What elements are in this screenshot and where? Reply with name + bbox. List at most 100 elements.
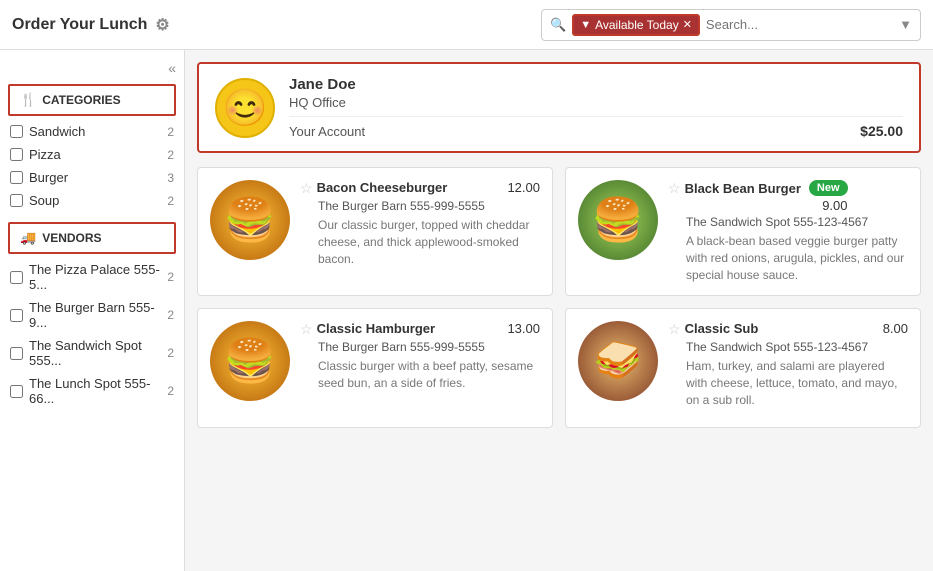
food-vendor: The Sandwich Spot 555-123-4567 [686,215,908,229]
sidebar-item-left: Burger [10,170,68,185]
vendors-label: VENDORS [42,231,101,245]
food-vendor: The Burger Barn 555-999-5555 [318,199,540,213]
category-checkbox[interactable] [10,125,23,138]
food-card: 🍔 ☆ Black Bean Burger New 9.00 The Sandw… [565,167,921,296]
food-vendor: The Burger Barn 555-999-5555 [318,340,540,354]
filter-tag-label: Available Today [595,18,679,32]
food-description: Ham, turkey, and salami are playered wit… [686,358,908,408]
vendor-count: 2 [167,384,174,398]
sidebar: « 🍴 CATEGORIES Sandwich 2 Pizza 2 Burger… [0,50,185,571]
avatar: 😊 [215,78,275,138]
food-title-row: ☆ Bacon Cheeseburger 12.00 [300,180,540,197]
vendor-count: 2 [167,308,174,322]
food-details: ☆ Black Bean Burger New 9.00 The Sandwic… [668,180,908,283]
food-description: A black-bean based veggie burger patty w… [686,233,908,283]
header: Order Your Lunch ⚙ 🔍 ▼ Available Today ✕… [0,0,933,50]
star-icon[interactable]: ☆ [300,180,313,197]
vendor-label: The Sandwich Spot 555... [29,338,167,368]
account-balance-row: Your Account $25.00 [289,116,903,139]
food-price: 12.00 [507,180,540,195]
account-office: HQ Office [289,95,903,110]
filter-close-button[interactable]: ✕ [683,18,692,31]
category-label: Burger [29,170,68,185]
sidebar-item[interactable]: Burger 3 [0,166,184,189]
food-image: 🍔 [578,180,658,260]
vendor-item-left: The Pizza Palace 555-5... [10,262,167,292]
content-area: 😊 Jane Doe HQ Office Your Account $25.00… [185,50,933,571]
food-title-row: ☆ Classic Hamburger 13.00 [300,321,540,338]
food-card: 🍔 ☆ Bacon Cheeseburger 12.00 The Burger … [197,167,553,296]
collapse-button[interactable]: « [168,60,176,76]
food-description: Our classic burger, topped with cheddar … [318,217,540,267]
category-checkbox[interactable] [10,194,23,207]
food-card: 🍔 ☆ Classic Hamburger 13.00 The Burger B… [197,308,553,428]
category-label: Soup [29,193,59,208]
food-title-section: Black Bean Burger New 9.00 [685,180,848,213]
food-image: 🍔 [210,180,290,260]
food-price: 9.00 [822,198,847,213]
vendor-checkbox[interactable] [10,309,23,322]
sidebar-item-left: Soup [10,193,59,208]
food-name: Bacon Cheeseburger [317,180,448,195]
sidebar-item[interactable]: Sandwich 2 [0,120,184,143]
star-icon[interactable]: ☆ [668,321,681,338]
funnel-icon: ▼ [580,19,591,31]
vendor-label: The Pizza Palace 555-5... [29,262,167,292]
vendor-checkbox[interactable] [10,347,23,360]
vendor-count: 2 [167,346,174,360]
vendors-header: 🚚 VENDORS [8,222,176,254]
category-count: 2 [167,194,174,208]
sidebar-item[interactable]: Soup 2 [0,189,184,212]
sidebar-item-left: Pizza [10,147,61,162]
search-icon: 🔍 [550,17,566,33]
vendor-item[interactable]: The Lunch Spot 555-66... 2 [0,372,184,410]
categories-header: 🍴 CATEGORIES [8,84,176,116]
main-layout: « 🍴 CATEGORIES Sandwich 2 Pizza 2 Burger… [0,50,933,571]
sidebar-collapse-section: « [0,60,184,80]
categories-icon: 🍴 [20,92,36,108]
food-grid: 🍔 ☆ Bacon Cheeseburger 12.00 The Burger … [197,167,921,428]
star-icon[interactable]: ☆ [300,321,313,338]
vendor-checkbox[interactable] [10,385,23,398]
food-description: Classic burger with a beef patty, sesame… [318,358,540,392]
search-bar: 🔍 ▼ Available Today ✕ ▼ [541,9,921,41]
search-input[interactable] [706,17,893,32]
category-count: 3 [167,171,174,185]
settings-icon[interactable]: ⚙ [155,15,169,35]
vendor-item-left: The Lunch Spot 555-66... [10,376,167,406]
food-price: 8.00 [883,321,908,336]
category-checkbox[interactable] [10,148,23,161]
vendor-label: The Lunch Spot 555-66... [29,376,167,406]
category-count: 2 [167,148,174,162]
category-label: Sandwich [29,124,85,139]
account-name: Jane Doe [289,76,903,93]
vendor-label: The Burger Barn 555-9... [29,300,167,330]
vendor-count: 2 [167,270,174,284]
filter-tag[interactable]: ▼ Available Today ✕ [572,14,700,36]
vendors-list: The Pizza Palace 555-5... 2 The Burger B… [0,258,184,410]
category-label: Pizza [29,147,61,162]
vendor-item[interactable]: The Burger Barn 555-9... 2 [0,296,184,334]
star-icon[interactable]: ☆ [668,180,681,197]
vendor-checkbox[interactable] [10,271,23,284]
food-card: 🥪 ☆ Classic Sub 8.00 The Sandwich Spot 5… [565,308,921,428]
food-details: ☆ Classic Sub 8.00 The Sandwich Spot 555… [668,321,908,408]
food-vendor: The Sandwich Spot 555-123-4567 [686,340,908,354]
food-image: 🍔 [210,321,290,401]
account-balance-amount: $25.00 [860,123,903,139]
food-price: 13.00 [507,321,540,336]
sidebar-item[interactable]: Pizza 2 [0,143,184,166]
vendors-icon: 🚚 [20,230,36,246]
vendor-item[interactable]: The Sandwich Spot 555... 2 [0,334,184,372]
sidebar-item-left: Sandwich [10,124,85,139]
vendor-item[interactable]: The Pizza Palace 555-5... 2 [0,258,184,296]
food-details: ☆ Classic Hamburger 13.00 The Burger Bar… [300,321,540,392]
categories-list: Sandwich 2 Pizza 2 Burger 3 Soup 2 [0,120,184,212]
category-checkbox[interactable] [10,171,23,184]
food-name: Classic Sub [685,321,759,336]
search-dropdown-icon[interactable]: ▼ [899,17,912,32]
food-name: Classic Hamburger [317,321,436,336]
food-name: Black Bean Burger [685,181,801,196]
food-title-row: ☆ Classic Sub 8.00 [668,321,908,338]
account-card: 😊 Jane Doe HQ Office Your Account $25.00 [197,62,921,153]
